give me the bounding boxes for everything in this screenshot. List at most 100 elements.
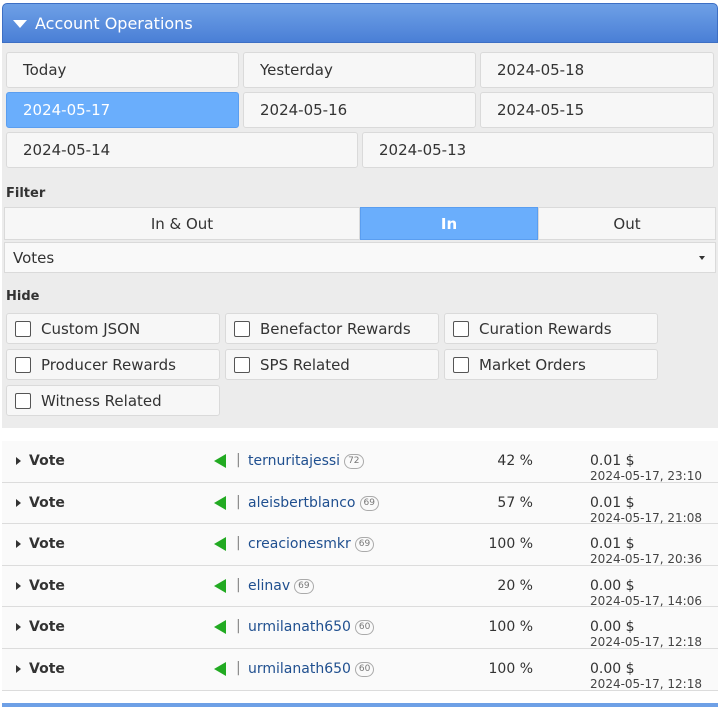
voter-name[interactable]: aleisbertblanco [248,495,356,511]
separator: | [236,493,241,510]
incoming-arrow-icon [214,495,226,510]
operation-row[interactable]: Vote | creacionesmkr 69 100 % 0.01 $ 2024… [2,524,718,566]
voter-link[interactable]: ternuritajessi 72 [248,453,364,469]
operation-row[interactable]: Vote | aleisbertblanco 69 57 % 0.01 $ 202… [2,482,718,525]
next-section-header-edge [2,703,718,707]
voter-name[interactable]: ternuritajessi [248,453,340,469]
checkbox-label: Benefactor Rewards [260,319,411,338]
expand-triangle-icon[interactable] [16,540,21,549]
collapse-triangle-icon [13,20,27,28]
expand-triangle-icon[interactable] [16,664,21,673]
operation-type-value: Votes [13,248,55,267]
operation-row[interactable]: Vote | urmilanath650 60 100 % 0.00 $ 2024… [2,607,718,649]
date-button-2024-05-18[interactable]: 2024-05-18 [480,52,714,88]
separator: | [236,576,241,593]
vote-percent: 20 % [497,577,533,594]
expand-triangle-icon[interactable] [16,457,21,465]
incoming-arrow-icon [214,454,226,468]
checkbox-label: Custom JSON [41,319,141,338]
operation-row[interactable]: Vote | elinav 69 20 % 0.00 $ 2024-05-17, … [2,565,718,608]
operation-type: Vote [29,494,65,511]
vote-percent: 100 % [488,619,533,636]
checkbox-icon [15,320,31,337]
hide-custom-json-checkbox[interactable]: Custom JSON [6,313,220,344]
hide-sps-related-checkbox[interactable]: SPS Related [225,349,439,380]
direction-filter: In & Out In Out [4,207,716,240]
date-button-2024-05-17[interactable]: 2024-05-17 [6,92,239,128]
vote-amount: 0.01 $ [590,453,635,469]
operation-row[interactable]: Vote | ternuritajessi 72 42 % 0.01 $ 2024… [2,441,718,483]
reputation-badge: 69 [359,495,379,511]
voter-name[interactable]: creacionesmkr [248,536,351,552]
hide-witness-related-checkbox[interactable]: Witness Related [6,385,220,416]
expand-triangle-icon[interactable] [16,623,21,632]
select-caret-icon [699,256,705,260]
date-button-2024-05-16[interactable]: 2024-05-16 [243,92,476,128]
date-button-2024-05-13[interactable]: 2024-05-13 [362,132,714,168]
reputation-badge: 60 [354,620,375,636]
date-button-2024-05-15[interactable]: 2024-05-15 [480,92,714,128]
checkbox-icon [234,320,250,337]
voter-link[interactable]: urmilanath650 60 [248,661,375,677]
tab-out[interactable]: Out [538,207,716,240]
incoming-arrow-icon [214,620,226,635]
reputation-badge: 69 [354,537,375,553]
operation-type: Vote [29,619,65,636]
timestamp: 2024-05-17, 12:18 [590,635,702,650]
vote-amount: 0.01 $ [590,494,635,511]
voter-link[interactable]: creacionesmkr 69 [248,536,375,553]
separator: | [236,618,241,635]
voter-link[interactable]: urmilanath650 60 [248,619,375,636]
tab-in-and-out[interactable]: In & Out [4,207,360,240]
timestamp: 2024-05-17, 12:18 [590,676,702,691]
vote-amount: 0.00 $ [590,660,635,677]
header-title: Account Operations [35,13,193,33]
separator: | [236,452,241,468]
date-button-2024-05-14[interactable]: 2024-05-14 [6,132,358,168]
operation-type: Vote [29,536,65,553]
checkbox-icon [15,356,31,373]
operation-type: Vote [29,577,65,594]
voter-name[interactable]: elinav [248,578,290,594]
checkbox-label: SPS Related [260,355,350,374]
operation-type: Vote [29,453,65,469]
incoming-arrow-icon [214,537,226,552]
vote-percent: 100 % [488,660,533,677]
voter-name[interactable]: urmilanath650 [248,661,351,677]
checkbox-label: Curation Rewards [479,319,612,338]
checkbox-label: Producer Rewards [41,355,176,374]
timestamp: 2024-05-17, 20:36 [590,552,702,567]
tab-in[interactable]: In [360,207,538,240]
voter-link[interactable]: aleisbertblanco 69 [248,495,379,511]
hide-benefactor-rewards-checkbox[interactable]: Benefactor Rewards [225,313,439,344]
separator: | [236,659,241,676]
hide-market-orders-checkbox[interactable]: Market Orders [444,349,658,380]
timestamp: 2024-05-17, 23:10 [590,469,702,483]
account-operations-header[interactable]: Account Operations [2,3,718,43]
date-button-yesterday[interactable]: Yesterday [243,52,476,88]
expand-triangle-icon[interactable] [16,581,21,590]
vote-amount: 0.00 $ [590,577,635,594]
reputation-badge: 72 [344,454,364,469]
separator: | [236,535,241,552]
date-button-today[interactable]: Today [6,52,239,88]
checkbox-icon [15,392,31,409]
incoming-arrow-icon [214,661,226,676]
checkbox-icon [453,320,469,337]
voter-link[interactable]: elinav 69 [248,578,314,594]
hide-curation-rewards-checkbox[interactable]: Curation Rewards [444,313,658,344]
operation-type-select[interactable]: Votes [4,242,716,273]
reputation-badge: 60 [354,661,375,677]
timestamp: 2024-05-17, 14:06 [590,593,702,608]
expand-triangle-icon[interactable] [16,498,21,507]
vote-amount: 0.01 $ [590,536,635,553]
operation-row[interactable]: Vote | urmilanath650 60 100 % 0.00 $ 2024… [2,648,718,691]
operation-type: Vote [29,660,65,677]
checkbox-icon [453,356,469,373]
operations-list: Vote | ternuritajessi 72 42 % 0.01 $ 2024… [2,441,718,691]
reputation-badge: 69 [294,578,314,594]
vote-percent: 100 % [488,536,533,553]
hide-producer-rewards-checkbox[interactable]: Producer Rewards [6,349,220,380]
voter-name[interactable]: urmilanath650 [248,619,351,635]
filter-label: Filter [6,186,46,201]
